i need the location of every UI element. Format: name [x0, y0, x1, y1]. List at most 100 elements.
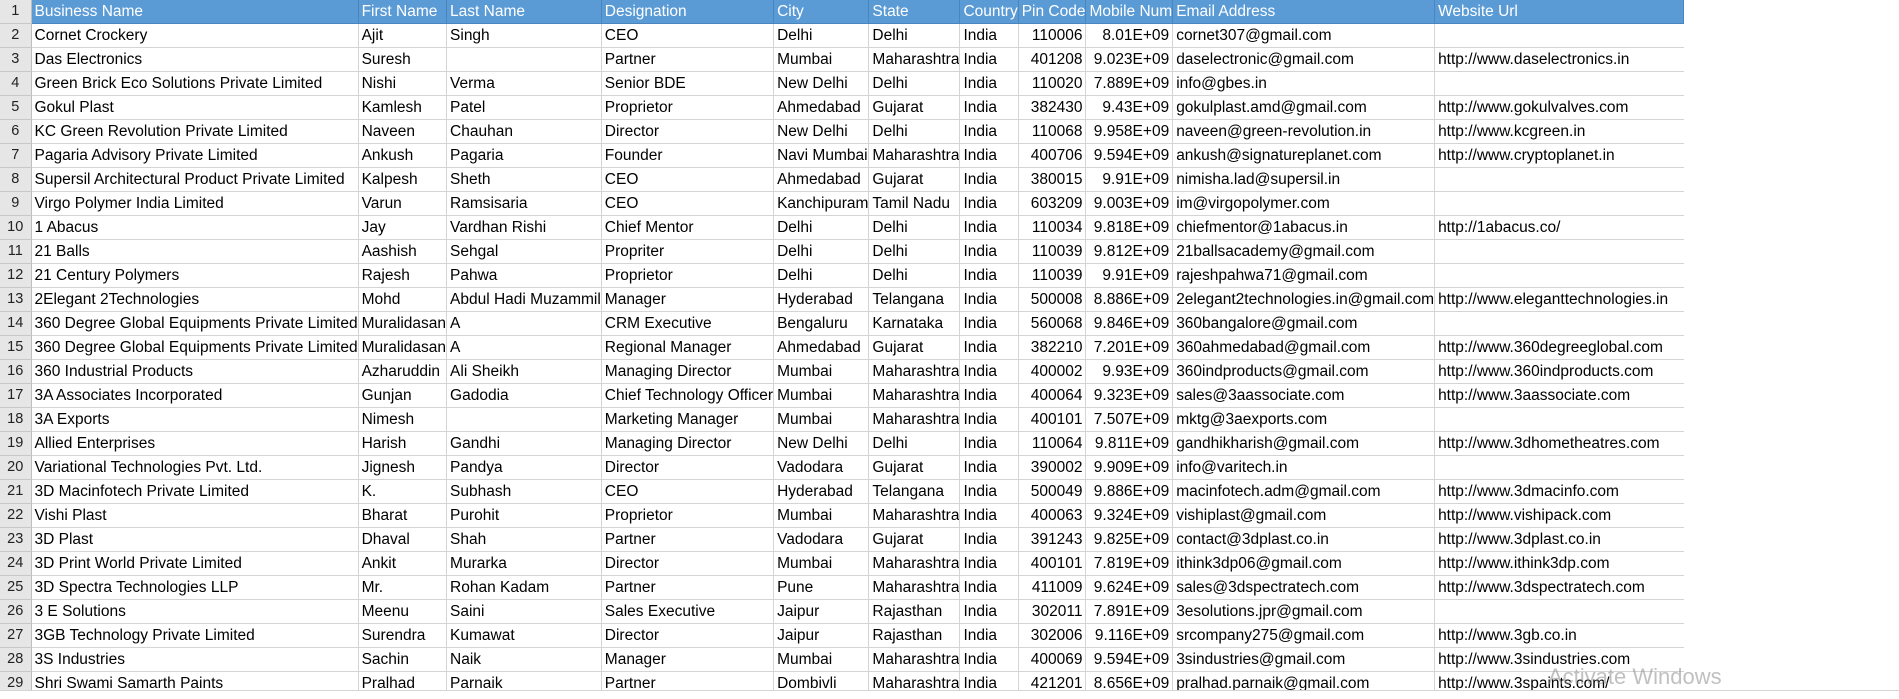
cell-last-name[interactable]: Abdul Hadi Muzammil — [446, 287, 602, 312]
cell-mobile-num[interactable]: 7.819E+09 — [1085, 551, 1174, 576]
cell-first-name[interactable]: Kalpesh — [358, 167, 448, 192]
cell-business-name[interactable]: 360 Degree Global Equipments Private Lim… — [31, 311, 359, 336]
cell-business-name[interactable]: Pagaria Advisory Private Limited — [31, 143, 359, 168]
cell-last-name[interactable] — [446, 47, 602, 72]
cell-first-name[interactable]: Gunjan — [358, 383, 448, 408]
cell-last-name[interactable]: Sehgal — [446, 239, 602, 264]
cell-pin-code[interactable]: 500049 — [1018, 479, 1087, 504]
cell-mobile-num[interactable]: 9.116E+09 — [1085, 623, 1174, 648]
column-header-mobile-num[interactable]: Mobile Num — [1085, 0, 1174, 24]
cell-pin-code[interactable]: 380015 — [1018, 167, 1087, 192]
cell-first-name[interactable]: K. — [358, 479, 448, 504]
cell-city[interactable]: Delhi — [773, 239, 870, 264]
row-number[interactable]: 20 — [0, 455, 32, 480]
row-number[interactable]: 9 — [0, 191, 32, 216]
row-number[interactable]: 19 — [0, 431, 32, 456]
cell-state[interactable]: Maharashtra — [868, 503, 961, 528]
column-header-designation[interactable]: Designation — [601, 0, 775, 24]
cell-state[interactable]: Delhi — [868, 263, 961, 288]
cell-state[interactable]: Telangana — [868, 479, 961, 504]
cell-website-url[interactable] — [1434, 455, 1684, 480]
cell-state[interactable]: Delhi — [868, 239, 961, 264]
cell-mobile-num[interactable]: 9.91E+09 — [1085, 167, 1174, 192]
cell-city[interactable]: Mumbai — [773, 383, 870, 408]
cell-designation[interactable]: Partner — [601, 575, 775, 600]
cell-website-url[interactable]: http://www.3dhometheatres.com — [1434, 431, 1684, 456]
cell-last-name[interactable]: Rohan Kadam — [446, 575, 602, 600]
cell-city[interactable]: Ahmedabad — [773, 167, 870, 192]
cell-website-url[interactable] — [1434, 599, 1684, 624]
row-number[interactable]: 21 — [0, 479, 32, 504]
cell-business-name[interactable]: 3D Spectra Technologies LLP — [31, 575, 359, 600]
cell-pin-code[interactable]: 110039 — [1018, 263, 1087, 288]
cell-pin-code[interactable]: 110068 — [1018, 119, 1087, 144]
cell-state[interactable]: Delhi — [868, 119, 961, 144]
cell-pin-code[interactable]: 400069 — [1018, 647, 1087, 672]
cell-last-name[interactable]: Naik — [446, 647, 602, 672]
cell-last-name[interactable]: Verma — [446, 71, 602, 96]
cell-business-name[interactable]: Das Electronics — [31, 47, 359, 72]
row-number[interactable]: 8 — [0, 167, 32, 192]
cell-designation[interactable]: Senior BDE — [601, 71, 775, 96]
cell-city[interactable]: Ahmedabad — [773, 95, 870, 120]
cell-last-name[interactable]: Patel — [446, 95, 602, 120]
cell-state[interactable]: Tamil Nadu — [868, 191, 961, 216]
cell-mobile-num[interactable]: 9.324E+09 — [1085, 503, 1174, 528]
cell-business-name[interactable]: 3D Print World Private Limited — [31, 551, 359, 576]
cell-email-address[interactable]: srcompany275@gmail.com — [1172, 623, 1436, 648]
cell-state[interactable]: Rajasthan — [868, 599, 961, 624]
cell-designation[interactable]: CEO — [601, 23, 775, 48]
cell-state[interactable]: Karnataka — [868, 311, 961, 336]
cell-last-name[interactable]: Pandya — [446, 455, 602, 480]
cell-pin-code[interactable]: 110034 — [1018, 215, 1087, 240]
cell-country[interactable]: India — [959, 191, 1019, 216]
cell-country[interactable]: India — [959, 527, 1019, 552]
column-header-business-name[interactable]: Business Name — [31, 0, 359, 24]
cell-email-address[interactable]: mktg@3aexports.com — [1172, 407, 1436, 432]
cell-country[interactable]: India — [959, 431, 1019, 456]
row-number[interactable]: 7 — [0, 143, 32, 168]
cell-pin-code[interactable]: 401208 — [1018, 47, 1087, 72]
cell-designation[interactable]: CRM Executive — [601, 311, 775, 336]
cell-pin-code[interactable]: 411009 — [1018, 575, 1087, 600]
cell-first-name[interactable]: Ajit — [358, 23, 448, 48]
column-header-pin-code[interactable]: Pin Code — [1018, 0, 1087, 24]
cell-last-name[interactable]: Sheth — [446, 167, 602, 192]
cell-business-name[interactable]: 3GB Technology Private Limited — [31, 623, 359, 648]
cell-state[interactable]: Maharashtra — [868, 647, 961, 672]
cell-designation[interactable]: Managing Director — [601, 431, 775, 456]
cell-business-name[interactable]: Cornet Crockery — [31, 23, 359, 48]
cell-state[interactable]: Rajasthan — [868, 623, 961, 648]
cell-website-url[interactable]: http://www.kcgreen.in — [1434, 119, 1684, 144]
cell-state[interactable]: Maharashtra — [868, 575, 961, 600]
column-header-city[interactable]: City — [773, 0, 870, 24]
cell-pin-code[interactable]: 110039 — [1018, 239, 1087, 264]
cell-country[interactable]: India — [959, 47, 1019, 72]
cell-designation[interactable]: Manager — [601, 647, 775, 672]
cell-email-address[interactable]: naveen@green-revolution.in — [1172, 119, 1436, 144]
cell-last-name[interactable]: Ramsisaria — [446, 191, 602, 216]
cell-country[interactable]: India — [959, 263, 1019, 288]
cell-first-name[interactable]: Suresh — [358, 47, 448, 72]
cell-email-address[interactable]: cornet307@gmail.com — [1172, 23, 1436, 48]
cell-city[interactable]: New Delhi — [773, 71, 870, 96]
row-number[interactable]: 2 — [0, 23, 32, 48]
cell-last-name[interactable] — [446, 407, 602, 432]
cell-designation[interactable]: Chief Mentor — [601, 215, 775, 240]
row-number[interactable]: 23 — [0, 527, 32, 552]
row-number[interactable]: 13 — [0, 287, 32, 312]
row-number[interactable]: 1 — [0, 0, 32, 24]
cell-mobile-num[interactable]: 8.01E+09 — [1085, 23, 1174, 48]
cell-country[interactable]: India — [959, 119, 1019, 144]
column-header-country[interactable]: Country — [959, 0, 1019, 24]
cell-website-url[interactable]: http://www.3dplast.co.in — [1434, 527, 1684, 552]
cell-mobile-num[interactable]: 9.886E+09 — [1085, 479, 1174, 504]
cell-business-name[interactable]: 3S Industries — [31, 647, 359, 672]
cell-country[interactable]: India — [959, 287, 1019, 312]
cell-email-address[interactable]: 2elegant2technologies.in@gmail.com — [1172, 287, 1436, 312]
cell-mobile-num[interactable]: 7.891E+09 — [1085, 599, 1174, 624]
cell-first-name[interactable]: Mr. — [358, 575, 448, 600]
cell-designation[interactable]: CEO — [601, 191, 775, 216]
row-number[interactable]: 11 — [0, 239, 32, 264]
cell-website-url[interactable]: http://www.3aassociate.com — [1434, 383, 1684, 408]
